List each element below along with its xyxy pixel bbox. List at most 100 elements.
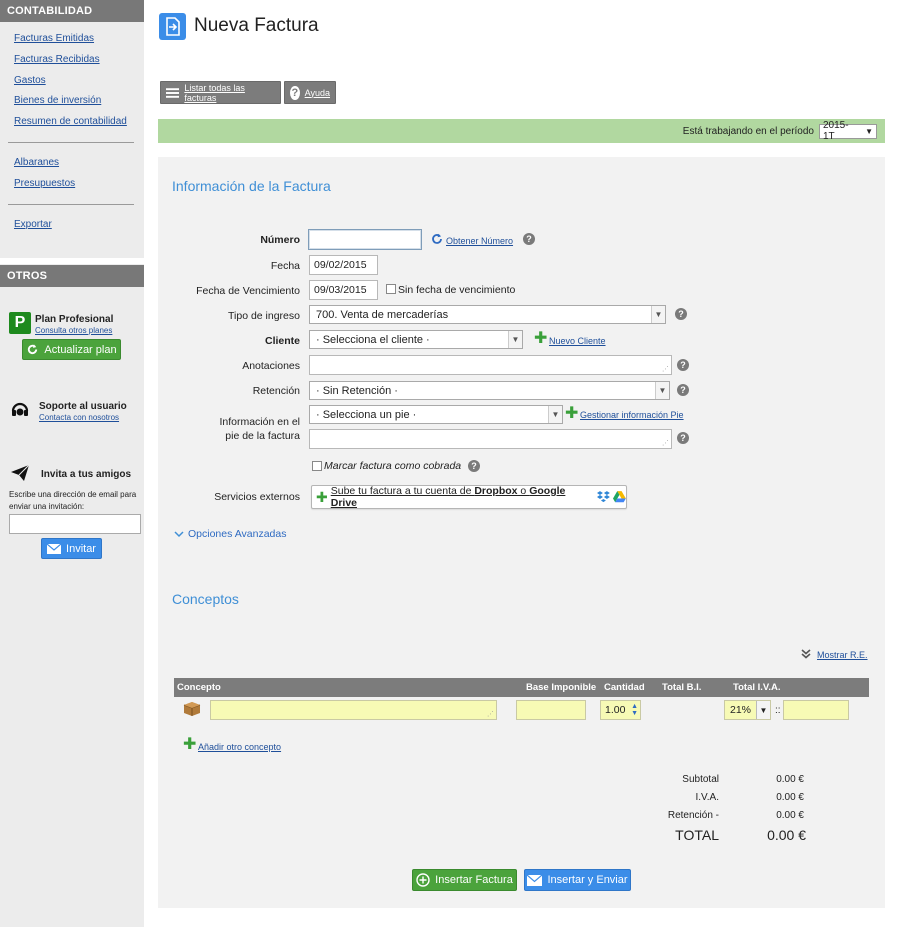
sidebar-link-albaranes[interactable]: Albaranes [14,153,144,174]
help-label: Ayuda [304,87,330,98]
concepto-input[interactable]: ⋰ [210,700,497,720]
tipo-ingreso-select[interactable]: 700. Venta de mercaderías ▼ [309,305,666,324]
question-icon[interactable]: ? [523,233,535,245]
chevron-down-icon: ▼ [508,331,522,348]
anotaciones-textarea[interactable]: ⋰ [309,355,672,375]
plus-icon[interactable]: ✚ [565,406,578,422]
or-label: o [517,485,530,497]
sin-vencimiento-checkbox[interactable] [386,284,396,294]
sidebar-link-bienes-inversion[interactable]: Bienes de inversión [14,91,144,112]
total-iva-input[interactable] [783,700,849,720]
insert-send-label: Insertar y Enviar [547,874,628,886]
resize-grip-icon[interactable]: ⋰ [662,366,669,373]
paper-plane-icon [11,464,30,481]
sidebar: CONTABILIDAD Facturas Emitidas Facturas … [0,0,144,927]
chevron-down-icon: ▼ [655,382,669,399]
dropbox-icon [597,491,611,503]
sidebar-link-facturas-emitidas[interactable]: Facturas Emitidas [14,29,144,50]
col-concepto: Concepto [177,682,221,693]
mostrar-re-link[interactable]: Mostrar R.E. [817,650,868,660]
envelope-icon [527,874,543,886]
insert-invoice-button[interactable]: Insertar Factura [412,869,517,891]
question-icon[interactable]: ? [677,359,689,371]
invite-title: Invita a tus amigos [41,469,132,480]
resize-grip-icon[interactable]: ⋰ [662,440,669,447]
col-total-iva: Total I.V.A. [733,682,781,693]
numero-label: Número [260,234,300,246]
upload-cloud-button[interactable]: ✚ Sube tu factura a tu cuenta de Dropbox… [311,485,627,509]
plans-link[interactable]: Consulta otros planes [35,326,112,335]
refresh-icon [28,344,38,355]
period-value: 2015-1T [823,120,849,142]
advanced-options-toggle[interactable]: Opciones Avanzadas [174,528,286,540]
refresh-icon[interactable] [431,233,443,245]
update-plan-button[interactable]: Actualizar plan [22,339,121,360]
invite-email-input[interactable] [9,514,141,534]
stepper-icon[interactable]: ▲ ▼ [631,703,638,717]
sidebar-link-presupuestos[interactable]: Presupuestos [14,174,144,195]
double-chevron-down-icon[interactable] [801,649,811,659]
fecha-label: Fecha [270,260,300,272]
period-bar: Está trabajando en el período 2015-1T ▼ [158,119,885,143]
tipo-ingreso-value: 700. Venta de mercaderías [316,308,449,321]
invoice-info-title: Información de la Factura [172,178,331,194]
gestionar-pie-link[interactable]: Gestionar información Pie [580,410,684,420]
sidebar-link-gastos[interactable]: Gastos [14,71,144,92]
help-button[interactable]: ? Ayuda [284,81,336,104]
nuevo-cliente-link[interactable]: Nuevo Cliente [549,336,606,346]
invite-description: Escribe una dirección de email para envi… [9,490,137,511]
cliente-select[interactable]: · Selecciona el cliente · ▼ [309,330,523,349]
col-base-imponible: Base Imponible [526,682,597,693]
question-icon[interactable]: ? [677,432,689,444]
iva-total-label: I.V.A. [695,792,719,803]
sidebar-link-exportar[interactable]: Exportar [14,215,144,236]
pie-textarea[interactable]: ⋰ [309,429,672,449]
sidebar-divider [8,141,134,143]
plus-icon[interactable]: ✚ [183,737,196,753]
base-imponible-input[interactable] [516,700,586,720]
period-select[interactable]: 2015-1T ▼ [819,120,877,142]
pie-select[interactable]: · Selecciona un pie · ▼ [309,405,563,424]
iva-total-value: 0.00 € [776,792,804,803]
servicios-label: Servicios externos [214,491,300,503]
box-icon[interactable] [183,701,201,717]
contact-link[interactable]: Contacta con nosotros [39,413,119,422]
invite-button-label: Invitar [66,542,96,555]
invoice-icon [159,13,186,40]
cobrada-checkbox[interactable] [312,461,322,471]
sidebar-link-facturas-recibidas[interactable]: Facturas Recibidas [14,50,144,71]
vencimiento-input[interactable]: 09/03/2015 [309,280,378,300]
question-icon[interactable]: ? [675,308,687,320]
invite-button[interactable]: Invitar [41,538,102,559]
subtotal-label: Subtotal [682,774,719,785]
obtener-numero-link[interactable]: Obtener Número [446,236,513,246]
pie-label-line2: pie de la factura [225,430,300,442]
insert-invoice-label: Insertar Factura [435,874,513,886]
add-concept-link[interactable]: Añadir otro concepto [198,742,281,752]
chevron-down-icon: ▼ [548,406,562,423]
retencion-select[interactable]: · Sin Retención · ▼ [309,381,670,400]
iva-select[interactable]: 21% ▼ [724,700,771,720]
fecha-input[interactable]: 09/02/2015 [309,255,378,275]
question-icon: ? [290,85,300,100]
list-invoices-button[interactable]: Listar todas las facturas [160,81,281,104]
question-icon[interactable]: ? [468,460,480,472]
sidebar-link-resumen-contabilidad[interactable]: Resumen de contabilidad [14,112,144,133]
cobrada-label: Marcar factura como cobrada [324,460,462,472]
upload-prefix: Sube tu factura a tu cuenta de [330,485,475,497]
resize-grip-icon[interactable]: ⋰ [487,711,494,718]
iva-separator: :: [775,705,781,716]
insert-send-button[interactable]: Insertar y Enviar [524,869,631,891]
sin-vencimiento-label: Sin fecha de vencimiento [398,284,516,296]
cantidad-value: 1.00 [605,704,626,716]
list-icon [166,87,180,98]
invite-block: Invita a tus amigos Escribe una direcció… [0,462,144,562]
cliente-value: · Selecciona el cliente · [316,333,430,346]
plus-icon[interactable]: ✚ [534,331,547,347]
question-icon[interactable]: ? [677,384,689,396]
numero-input[interactable] [308,229,422,250]
support-title: Soporte al usuario [39,401,127,412]
total-label: TOTAL [675,827,719,843]
otros-header: OTROS [0,265,144,287]
cantidad-input[interactable]: 1.00 ▲ ▼ [600,700,641,720]
